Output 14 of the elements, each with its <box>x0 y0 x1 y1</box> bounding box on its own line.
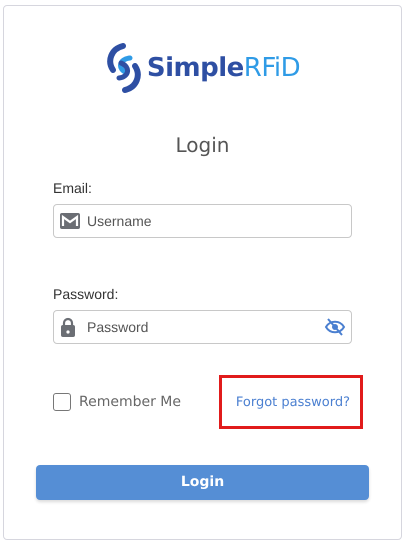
remember-label: Remember Me <box>79 392 181 412</box>
field-label: Password: <box>53 285 120 304</box>
login-heading: Login <box>174 132 230 159</box>
lock-icon <box>60 317 76 337</box>
email-field[interactable]: Username <box>53 204 352 238</box>
field-label: Email: <box>53 179 93 198</box>
password-field[interactable]: Password <box>53 310 352 344</box>
hide-password-icon[interactable] <box>324 318 346 336</box>
login-button[interactable]: Login <box>36 465 369 500</box>
mail-icon <box>60 213 80 229</box>
brand-name: SimpleRFiD <box>146 52 300 84</box>
logo-icon <box>104 43 143 93</box>
remember-checkbox[interactable] <box>53 393 71 411</box>
forgot-password-link[interactable]: Forgot password? <box>236 395 350 410</box>
